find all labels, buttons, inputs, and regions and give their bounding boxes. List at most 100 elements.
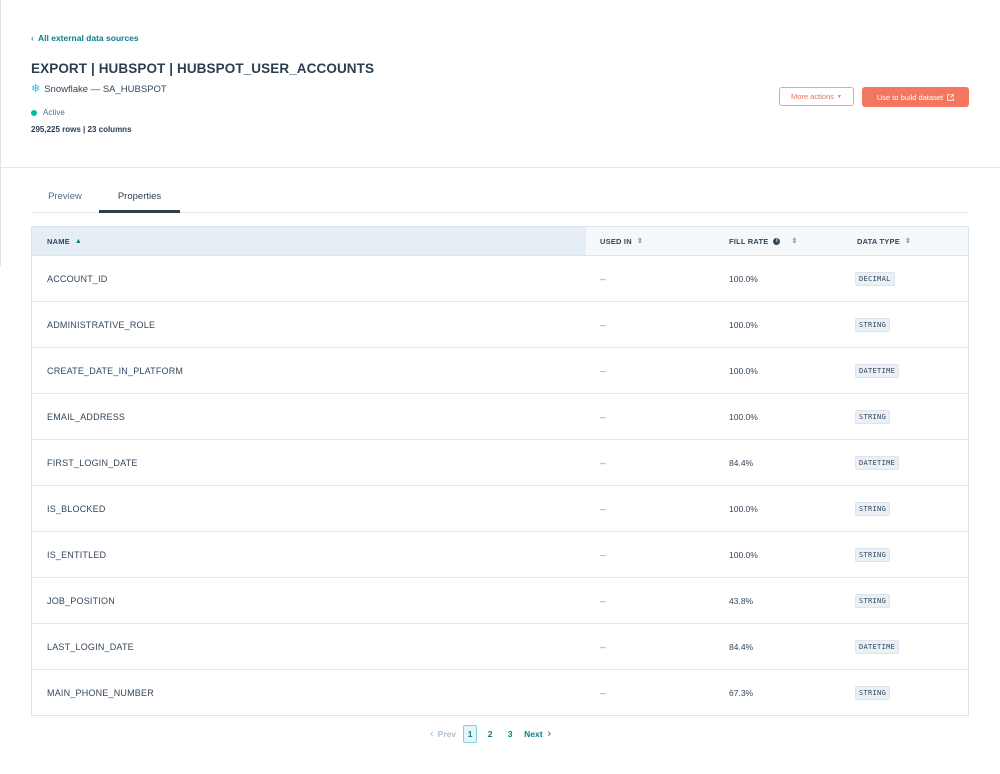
prev-page-button[interactable]: ‹ Prev [430, 728, 456, 740]
data-source-label: Snowflake — SA_HUBSPOT [44, 84, 167, 95]
table-row[interactable]: EMAIL_ADDRESS -- 100.0% STRING [32, 394, 968, 440]
cell-data-type: STRING [843, 394, 968, 439]
cell-data-type: STRING [843, 302, 968, 347]
cell-data-type: DATETIME [843, 348, 968, 393]
status-label: Active [43, 108, 65, 117]
info-icon[interactable]: i [773, 237, 781, 245]
cell-name: JOB_POSITION [47, 595, 115, 606]
column-header-name[interactable]: NAME ▲ [32, 227, 586, 255]
pagination: ‹ Prev 1 2 3 Next › [430, 725, 551, 743]
cell-data-type: STRING [843, 486, 968, 531]
page-header: ‹ All external data sources EXPORT | HUB… [0, 0, 1000, 168]
data-source-line: ❄ Snowflake — SA_HUBSPOT [31, 83, 167, 96]
back-link[interactable]: ‹ All external data sources [31, 33, 139, 43]
cell-fill-rate: 100.0% [729, 549, 758, 560]
cell-data-type: DECIMAL [843, 256, 968, 301]
cell-name: MAIN_PHONE_NUMBER [47, 687, 154, 698]
cell-fill-rate: 100.0% [729, 273, 758, 284]
active-tab-indicator [99, 210, 180, 213]
data-type-badge: DATETIME [855, 363, 900, 378]
sort-icon: ⇕ [791, 237, 798, 245]
prev-page-label: Prev [437, 729, 457, 739]
tab-preview[interactable]: Preview [31, 181, 99, 212]
cell-fill-rate: 100.0% [729, 365, 758, 376]
column-header-fill-rate[interactable]: FILL RATE i ⇕ [715, 227, 843, 255]
table-row[interactable]: JOB_POSITION -- 43.8% STRING [32, 578, 968, 624]
cell-fill-rate: 43.8% [729, 595, 754, 606]
chevron-left-icon: ‹ [430, 728, 434, 740]
chevron-left-icon: ‹ [31, 33, 34, 43]
chevron-right-icon: › [547, 728, 552, 740]
cell-data-type: STRING [843, 578, 968, 623]
data-type-badge: DECIMAL [855, 271, 895, 286]
cell-used-in: -- [600, 457, 606, 468]
cell-used-in: -- [600, 641, 606, 652]
page-2-button[interactable]: 2 [483, 725, 497, 743]
cell-name: IS_BLOCKED [47, 503, 106, 514]
tab-properties[interactable]: Properties [99, 181, 180, 212]
data-type-badge: DATETIME [855, 455, 900, 470]
cell-data-type: STRING [843, 670, 968, 715]
table-row[interactable]: ACCOUNT_ID -- 100.0% DECIMAL [32, 256, 968, 302]
cell-used-in: -- [600, 319, 606, 330]
table-row[interactable]: LAST_LOGIN_DATE -- 84.4% DATETIME [32, 624, 968, 670]
cell-fill-rate: 84.4% [729, 457, 754, 468]
cell-name: FIRST_LOGIN_DATE [47, 457, 138, 468]
page-3-button[interactable]: 3 [503, 725, 517, 743]
data-type-badge: STRING [855, 317, 891, 332]
column-header-used-in-label: USED IN [600, 236, 632, 246]
page: ‹ All external data sources EXPORT | HUB… [0, 0, 1000, 774]
external-link-icon [947, 93, 954, 101]
cell-used-in: -- [600, 595, 606, 606]
cell-used-in: -- [600, 411, 606, 422]
tab-preview-label: Preview [48, 191, 82, 202]
cell-data-type: STRING [843, 532, 968, 577]
next-page-button[interactable]: Next › [524, 728, 551, 740]
snowflake-icon: ❄ [31, 83, 41, 95]
cell-name: CREATE_DATE_IN_PLATFORM [47, 365, 184, 376]
table-header: NAME ▲ USED IN ⇕ FILL RATE i ⇕ DATA TYPE… [32, 227, 968, 256]
table-row[interactable]: FIRST_LOGIN_DATE -- 84.4% DATETIME [32, 440, 968, 486]
cell-fill-rate: 67.3% [729, 687, 754, 698]
column-header-used-in[interactable]: USED IN ⇕ [586, 227, 715, 255]
cell-fill-rate: 100.0% [729, 319, 758, 330]
cell-name: LAST_LOGIN_DATE [47, 641, 134, 652]
cell-used-in: -- [600, 503, 606, 514]
cell-used-in: -- [600, 687, 606, 698]
table-row[interactable]: CREATE_DATE_IN_PLATFORM -- 100.0% DATETIME [32, 348, 968, 394]
cell-used-in: -- [600, 549, 606, 560]
caret-down-icon: ▼ [836, 93, 842, 100]
cell-fill-rate: 84.4% [729, 641, 754, 652]
page-1-button[interactable]: 1 [463, 725, 478, 743]
cell-name: IS_ENTITLED [47, 549, 107, 560]
column-header-data-type-label: DATA TYPE [857, 236, 900, 246]
tab-properties-label: Properties [117, 191, 162, 202]
more-actions-label: More actions [791, 92, 834, 101]
cell-name: EMAIL_ADDRESS [47, 411, 126, 422]
data-type-badge: STRING [855, 409, 891, 424]
status-indicator: Active [31, 108, 65, 117]
next-page-label: Next [524, 729, 543, 739]
table-row[interactable]: IS_ENTITLED -- 100.0% STRING [32, 532, 968, 578]
cell-data-type: DATETIME [843, 624, 968, 669]
cell-name: ACCOUNT_ID [47, 273, 108, 284]
table-row[interactable]: MAIN_PHONE_NUMBER -- 67.3% STRING [32, 670, 968, 715]
cell-used-in: -- [600, 273, 606, 284]
sort-icon: ⇕ [904, 237, 911, 245]
sort-icon: ⇕ [636, 237, 643, 245]
table-row[interactable]: IS_BLOCKED -- 100.0% STRING [32, 486, 968, 532]
cell-used-in: -- [600, 365, 606, 376]
table-row[interactable]: ADMINISTRATIVE_ROLE -- 100.0% STRING [32, 302, 968, 348]
row-column-count: 295,225 rows | 23 columns [31, 125, 132, 134]
data-type-badge: STRING [855, 593, 891, 608]
status-dot-icon [31, 109, 37, 116]
column-header-data-type[interactable]: DATA TYPE ⇕ [843, 227, 968, 255]
use-to-build-dataset-button[interactable]: Use to build dataset [862, 87, 969, 107]
data-type-badge: STRING [855, 685, 891, 700]
build-dataset-label: Use to build dataset [876, 92, 944, 102]
tab-bar: Preview Properties [31, 181, 969, 213]
table-body: ACCOUNT_ID -- 100.0% DECIMAL ADMINISTRATIVE_… [32, 256, 968, 715]
more-actions-button[interactable]: More actions ▼ [779, 87, 854, 106]
cell-name: ADMINISTRATIVE_ROLE [47, 319, 156, 330]
data-type-badge: DATETIME [855, 639, 900, 654]
